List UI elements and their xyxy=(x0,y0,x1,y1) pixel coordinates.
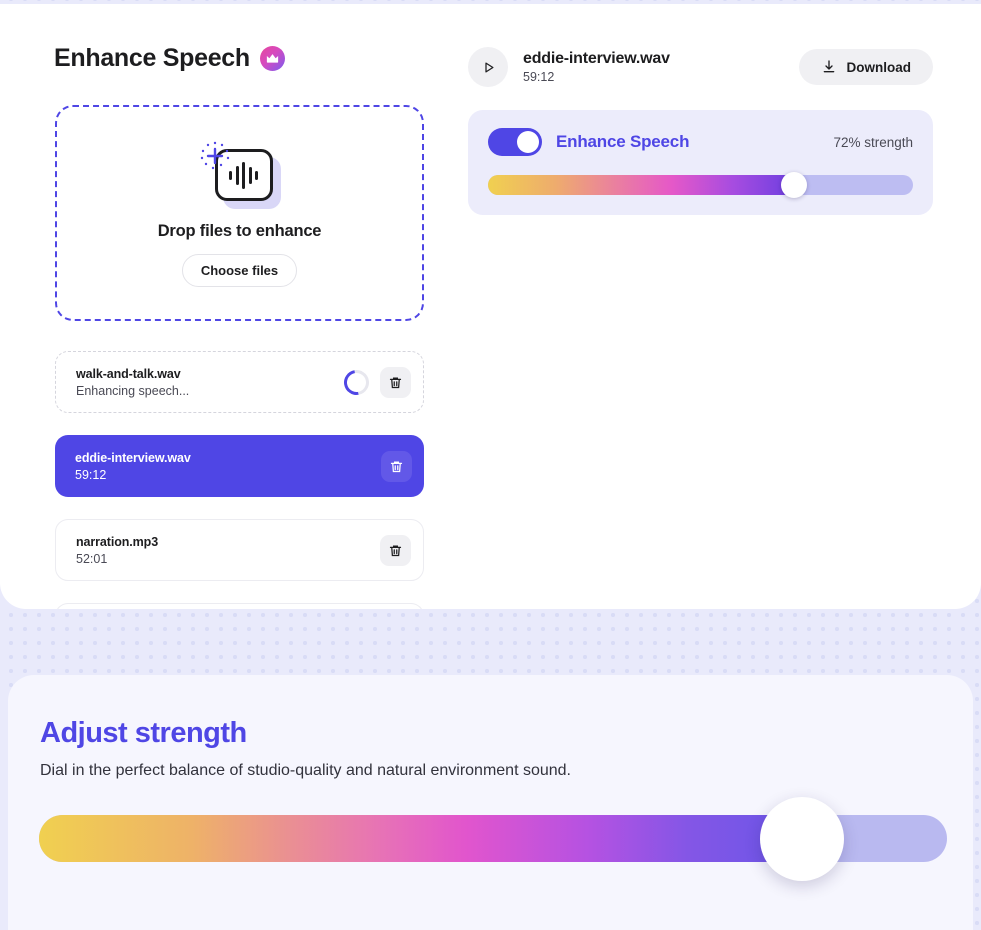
download-label: Download xyxy=(846,59,912,75)
file-status: 59:12 xyxy=(75,467,107,482)
adjust-strength-panel: Adjust strength Dial in the perfect bala… xyxy=(8,675,973,930)
file-dropzone[interactable]: Drop files to enhance Choose files xyxy=(55,105,424,321)
delete-file-button[interactable] xyxy=(380,366,411,398)
file-name: eddie-interview.wav xyxy=(75,450,191,465)
file-list-item-walk-and-talk[interactable]: walk-and-talk.wav Enhancing speech... xyxy=(55,351,424,413)
crown-icon xyxy=(259,46,285,71)
delete-file-button[interactable] xyxy=(381,450,412,482)
audio-file-add-icon xyxy=(197,139,283,209)
file-name: walk-and-talk.wav xyxy=(76,366,181,381)
play-icon xyxy=(484,62,493,72)
adjust-strength-slider[interactable] xyxy=(39,797,947,881)
adjust-slider-thumb[interactable] xyxy=(759,797,844,881)
file-name: narration.mp3 xyxy=(76,534,159,549)
download-button[interactable]: Download xyxy=(798,49,933,85)
play-button[interactable] xyxy=(468,47,508,87)
player-header: eddie-interview.wav 59:12 Download xyxy=(468,46,933,88)
enhance-speech-label: Enhance Speech xyxy=(556,132,690,151)
strength-slider[interactable] xyxy=(488,172,913,198)
strength-value-label: 72% strength xyxy=(833,134,913,150)
adjust-strength-subtitle: Dial in the perfect balance of studio-qu… xyxy=(40,762,571,779)
player-file-name: eddie-interview.wav xyxy=(523,50,670,67)
loading-spinner-icon xyxy=(339,364,374,400)
enhance-speech-card: Enhance Speech 72% strength xyxy=(468,110,933,215)
file-list-item-eddie-interview[interactable]: eddie-interview.wav 59:12 xyxy=(55,435,424,497)
file-list-item-narration[interactable]: narration.mp3 52:01 xyxy=(55,519,424,581)
delete-file-button[interactable] xyxy=(380,534,411,566)
file-status: Enhancing speech... xyxy=(76,383,190,398)
dropzone-title: Drop files to enhance xyxy=(157,222,322,240)
trash-icon xyxy=(389,545,402,556)
file-list-item-partial[interactable] xyxy=(55,603,424,609)
page-title: Enhance Speech xyxy=(54,44,285,73)
page-title-text: Enhance Speech xyxy=(54,44,250,72)
main-panel: Enhance Speech Drop files to enhance Cho… xyxy=(0,4,981,609)
strength-slider-thumb[interactable] xyxy=(781,172,807,198)
player-duration: 59:12 xyxy=(523,70,555,84)
choose-files-button[interactable]: Choose files xyxy=(181,254,298,287)
trash-icon xyxy=(390,461,403,472)
sparkle-plus-icon xyxy=(200,141,229,170)
file-status: 52:01 xyxy=(76,551,108,566)
file-list: walk-and-talk.wav Enhancing speech... ed… xyxy=(55,351,424,609)
app-window: Enhance Speech Drop files to enhance Cho… xyxy=(0,0,981,930)
adjust-strength-title: Adjust strength xyxy=(40,717,247,749)
trash-icon xyxy=(389,377,402,388)
strength-slider-fill xyxy=(488,175,794,195)
download-icon xyxy=(823,60,834,73)
adjust-slider-fill xyxy=(39,815,802,862)
enhance-speech-toggle[interactable] xyxy=(488,128,542,156)
